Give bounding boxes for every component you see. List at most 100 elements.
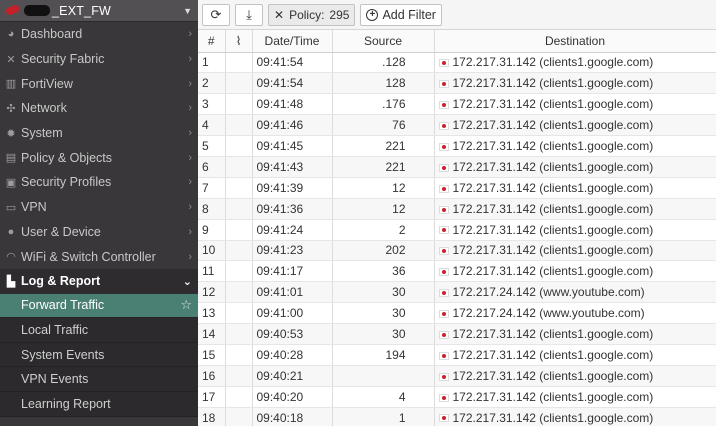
flag-icon xyxy=(438,414,449,423)
row-destination-cell: 172.217.31.142 (clients1.google.com) xyxy=(434,260,716,283)
download-button[interactable]: ⤓ xyxy=(235,3,263,26)
row-number: 9 xyxy=(198,219,226,241)
row-source: 12 xyxy=(332,198,435,220)
chart-icon: ▙ xyxy=(6,275,16,288)
policy-filter-chip[interactable]: ✕ Policy: 295 xyxy=(268,3,356,26)
row-destination-cell: 172.217.31.142 (clients1.google.com) xyxy=(434,135,716,157)
row-destination-cell: 172.217.31.142 (clients1.google.com) xyxy=(434,198,716,220)
paperclip-icon: ⌇ xyxy=(235,33,242,48)
row-attachment-cell xyxy=(225,407,253,426)
sidebar-subitem-system-events[interactable]: System Events xyxy=(0,342,198,368)
table-row[interactable]: 9 09:41:24 2 172.217.31.142 (clients1.googl… xyxy=(198,219,716,241)
plus-circle-icon: + xyxy=(366,8,379,21)
refresh-button[interactable]: ⟳ xyxy=(202,3,230,26)
row-datetime: 09:40:28 xyxy=(252,344,333,366)
row-number: 13 xyxy=(198,302,226,325)
sidebar-item-vpn[interactable]: ▭ VPN › xyxy=(0,195,198,220)
table-row[interactable]: 6 09:41:43 221 172.217.31.142 (clients1.goo… xyxy=(198,156,716,178)
sidebar-subitem-vpn-events[interactable]: VPN Events xyxy=(0,367,198,392)
table-row[interactable]: 4 09:41:46 76 172.217.31.142 (clients1.goog… xyxy=(198,114,716,137)
sidebar-item-security-fabric[interactable]: ✕ Security Fabric › xyxy=(0,47,198,72)
table-row[interactable]: 8 09:41:36 12 172.217.31.142 (clients1.goog… xyxy=(198,198,716,220)
user-icon: ● xyxy=(7,225,15,238)
row-source: .176 xyxy=(332,93,435,116)
chevron-right-icon: › xyxy=(188,127,192,140)
wifi-icon: ◠ xyxy=(6,251,16,264)
flag-icon xyxy=(438,289,449,298)
table-row[interactable]: 15 09:40:28 194 172.217.31.142 (clients1.go… xyxy=(198,344,716,366)
row-destination-cell: 172.217.31.142 (clients1.google.com) xyxy=(434,177,716,199)
row-datetime: 09:40:53 xyxy=(252,323,333,345)
sidebar-subitem-forward-traffic[interactable]: Forward Traffic ☆ xyxy=(0,293,198,319)
flag-icon xyxy=(438,372,449,381)
table-row[interactable]: 2 09:41:54 128 172.217.31.142 (clients1.goo… xyxy=(198,72,716,95)
row-datetime: 09:41:24 xyxy=(252,219,333,241)
flag-icon xyxy=(438,226,449,235)
table-row[interactable]: 7 09:41:39 12 172.217.31.142 (clients1.goog… xyxy=(198,177,716,199)
device-selector[interactable]: _EXT_FW ▼ xyxy=(0,0,198,22)
column-header-source[interactable]: Source xyxy=(332,30,435,53)
row-datetime: 09:40:20 xyxy=(252,386,333,408)
table-row[interactable]: 16 09:40:21 172.217.31.142 (clients1.googl… xyxy=(198,365,716,387)
sidebar-item-network[interactable]: ✣ Network › xyxy=(0,96,198,121)
table-row[interactable]: 11 09:41:17 36 172.217.31.142 (clients1.goo… xyxy=(198,260,716,283)
row-destination: 172.217.31.142 (clients1.google.com) xyxy=(452,76,654,91)
table-row[interactable]: 3 09:41:48.176 172.217.31.142 (clients1.go… xyxy=(198,93,716,116)
column-header-datetime[interactable]: Date/Time xyxy=(252,30,333,53)
sidebar-item-system[interactable]: ✹ System › xyxy=(0,121,198,146)
row-source: 1 xyxy=(332,407,435,426)
row-destination-cell: 172.217.31.142 (clients1.google.com) xyxy=(434,240,716,262)
row-destination: 172.217.24.142 (www.youtube.com) xyxy=(452,285,645,300)
row-attachment-cell xyxy=(225,198,253,220)
row-datetime: 09:41:01 xyxy=(252,281,333,304)
table-row[interactable]: 14 09:40:53 30 172.217.31.142 (clients1.goo… xyxy=(198,323,716,345)
table-row[interactable]: 12 09:41:01 30 172.217.24.142 (www.youtube.… xyxy=(198,281,716,304)
sidebar-item-label: Dashboard xyxy=(21,27,83,42)
column-header-attachment[interactable]: ⌇ xyxy=(225,30,253,53)
chevron-right-icon: › xyxy=(188,201,192,214)
sidebar-subitem-learning-report[interactable]: Learning Report xyxy=(0,391,198,417)
row-datetime: 09:40:18 xyxy=(252,407,333,426)
row-destination-cell: 172.217.24.142 (www.youtube.com) xyxy=(434,302,716,325)
row-number: 10 xyxy=(198,240,226,262)
flag-icon xyxy=(438,330,449,339)
refresh-icon: ⟳ xyxy=(210,6,222,22)
table-row[interactable]: 18 09:40:18 1 172.217.31.142 (clients1.goog… xyxy=(198,407,716,426)
sidebar-item-wifi-switch[interactable]: ◠ WiFi & Switch Controller › xyxy=(0,244,198,269)
chevron-down-icon: ⌄ xyxy=(182,275,192,288)
caret-down-icon[interactable]: ▼ xyxy=(183,6,192,16)
add-filter-button[interactable]: + Add Filter xyxy=(360,3,442,26)
table-row[interactable]: 5 09:41:45 221 172.217.31.142 (clients1.goo… xyxy=(198,135,716,157)
row-number: 12 xyxy=(198,281,226,304)
sidebar-item-policy-objects[interactable]: ▤ Policy & Objects › xyxy=(0,145,198,170)
row-source: 12 xyxy=(332,177,435,199)
table-header: # ⌇ Date/Time Source Destination xyxy=(198,30,716,53)
row-destination: 172.217.31.142 (clients1.google.com) xyxy=(452,327,654,342)
row-number: 3 xyxy=(198,93,226,116)
row-source: 221 xyxy=(332,156,435,178)
table-row[interactable]: 10 09:41:23 202 172.217.31.142 (clients1.go… xyxy=(198,240,716,262)
row-source: 2 xyxy=(332,219,435,241)
sidebar-subitem-local-traffic[interactable]: Local Traffic xyxy=(0,318,198,343)
row-number: 11 xyxy=(198,260,226,283)
table-row[interactable]: 1 09:41:54.128 172.217.31.142 (clients1.go… xyxy=(198,52,716,74)
flag-icon xyxy=(438,163,449,172)
table-row[interactable]: 17 09:40:20 4 172.217.31.142 (clients1.goog… xyxy=(198,386,716,408)
remove-filter-icon[interactable]: ✕ xyxy=(274,8,284,22)
column-header-destination[interactable]: Destination xyxy=(434,30,716,53)
star-icon[interactable]: ☆ xyxy=(180,297,192,313)
row-number: 2 xyxy=(198,72,226,95)
sidebar-item-user-device[interactable]: ● User & Device › xyxy=(0,220,198,245)
sidebar-subitem-label: Local Traffic xyxy=(21,322,89,337)
sidebar-item-security-profiles[interactable]: ▣ Security Profiles › xyxy=(0,170,198,195)
table-row[interactable]: 13 09:41:00 30 172.217.24.142 (www.youtube.… xyxy=(198,302,716,325)
row-destination: 172.217.31.142 (clients1.google.com) xyxy=(452,222,654,237)
row-source: 221 xyxy=(332,135,435,157)
sidebar-item-fortiview[interactable]: ▥ FortiView › xyxy=(0,71,198,96)
row-datetime: 09:41:43 xyxy=(252,156,333,178)
row-destination: 172.217.31.142 (clients1.google.com) xyxy=(452,159,654,174)
sidebar-item-dashboard[interactable]: ◕ Dashboard › xyxy=(0,22,198,47)
sidebar-item-log-report[interactable]: ▙ Log & Report ⌄ xyxy=(0,268,198,294)
sidebar-item-label: FortiView xyxy=(21,76,73,91)
column-header-number[interactable]: # xyxy=(198,30,226,53)
